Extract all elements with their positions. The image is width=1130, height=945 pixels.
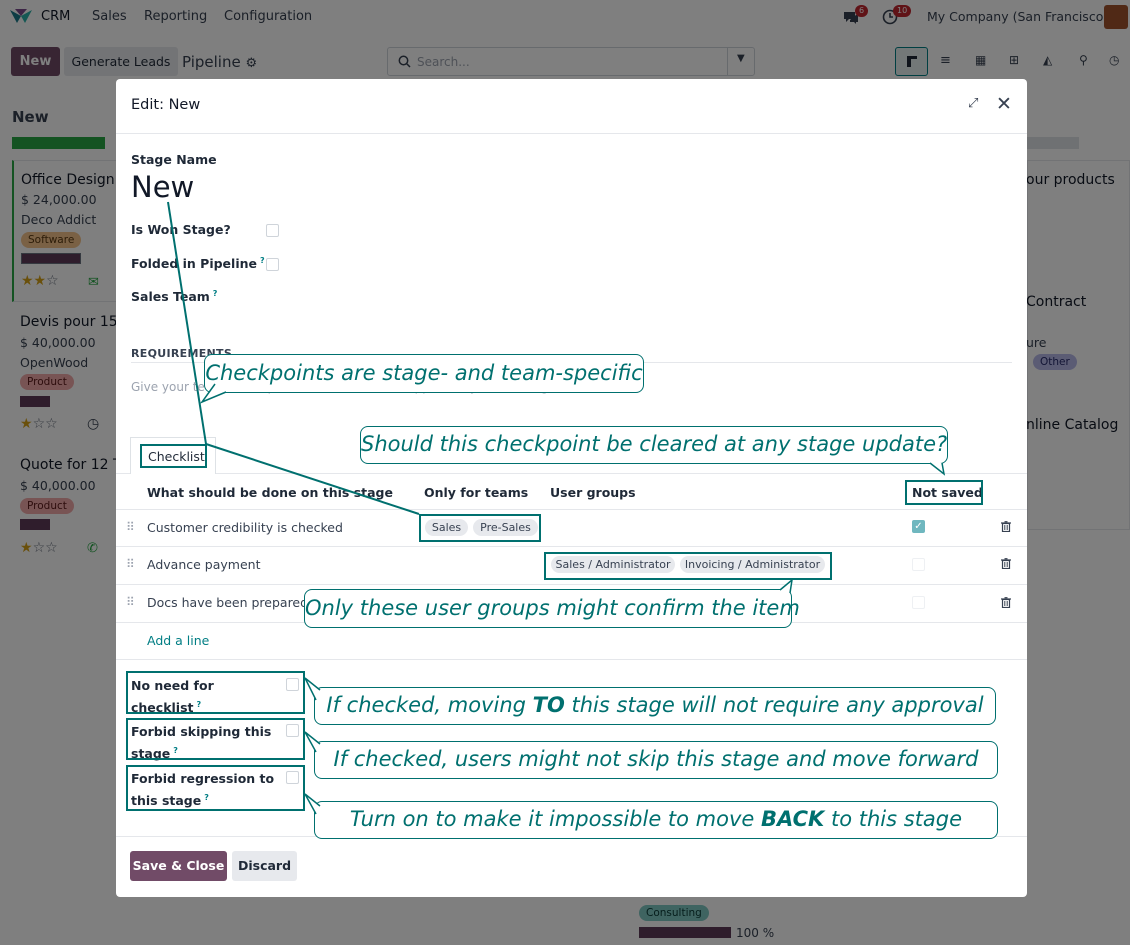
pointer-cleared [929, 462, 946, 476]
pointer-groups [779, 578, 794, 594]
pointer-checkpoints [199, 383, 227, 404]
pointer-skip [304, 731, 321, 753]
pointer-regress [304, 793, 321, 815]
crm-page: CRM Sales Reporting Configuration 6 10 M… [0, 0, 1130, 945]
pointer-no-need [304, 677, 321, 701]
callout-pointers [199, 383, 946, 815]
